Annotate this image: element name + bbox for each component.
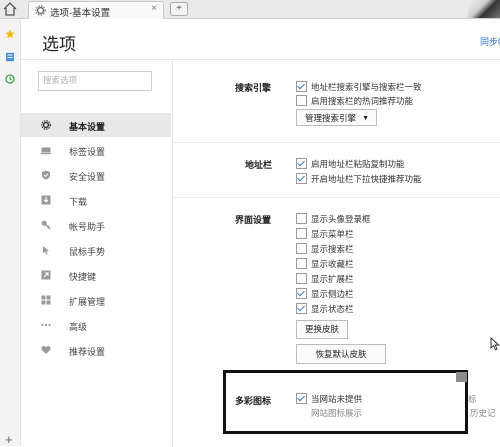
sidebar-item-label: 基本设置 [69, 122, 106, 132]
checkbox-paste-copy[interactable] [296, 158, 307, 169]
tab-options[interactable]: 选项-基本设置 × [28, 1, 164, 19]
gear-icon [35, 5, 46, 16]
section-divider [173, 197, 500, 198]
checkbox-label: 启用搜索栏的热词推荐功能 [311, 96, 414, 106]
sidebar-item-label: 高级 [69, 322, 88, 332]
new-tab-button[interactable]: + [170, 2, 188, 16]
checkbox-search-engine-sync[interactable] [296, 81, 307, 92]
sidebar-item-label: 下载 [69, 197, 88, 207]
checkbox-show-avatar[interactable] [296, 213, 307, 224]
clock-icon[interactable] [5, 74, 15, 84]
gear-icon [41, 120, 51, 130]
sidebar-item-account-helper[interactable]: 帐号助手 [21, 213, 171, 237]
heart-icon [41, 345, 51, 354]
sidebar-divider [172, 60, 173, 446]
checkbox-hot-words[interactable] [296, 95, 307, 106]
sidebar-item-label: 标签设置 [69, 147, 106, 157]
sidebar-item-security[interactable]: 安全设置 [21, 163, 171, 187]
sidebar-item-mouse-gesture[interactable]: 鼠标手势 [21, 238, 171, 262]
download-icon [41, 195, 51, 205]
checkbox-show-favorites[interactable] [296, 258, 307, 269]
sidebar-item-recommended[interactable]: 推荐设置 [21, 338, 171, 362]
overflow-text: 标 [468, 394, 477, 404]
change-skin-button[interactable]: 更换皮肤 [296, 320, 348, 339]
search-box[interactable] [38, 71, 152, 91]
checkbox-show-sidebar[interactable] [296, 288, 307, 299]
sidebar-item-basic-settings[interactable]: 基本设置 [21, 113, 171, 137]
checkbox-colorful-icons[interactable] [296, 393, 307, 404]
checkbox-show-statusbar[interactable] [296, 303, 307, 314]
sidebar-item-label: 扩展管理 [69, 297, 106, 307]
add-icon[interactable]: + [5, 432, 13, 447]
mouse-cursor-icon [490, 337, 500, 351]
checkbox-label: 显示搜索栏 [311, 244, 354, 254]
restore-default-skin-button[interactable]: 恢复默认皮肤 [296, 344, 386, 364]
shield-icon [42, 170, 50, 180]
sidebar-item-label: 快捷键 [69, 272, 97, 282]
key-icon [41, 220, 51, 230]
checkbox-show-searchbar[interactable] [296, 243, 307, 254]
dropdown-label: 管理搜索引擎 [305, 113, 357, 123]
checkbox-dropdown-recommend[interactable] [296, 173, 307, 184]
checkbox-show-extensions[interactable] [296, 273, 307, 284]
tab-close-icon[interactable]: × [151, 3, 157, 14]
overflow-text: 历史记 [470, 408, 496, 418]
section-title-address-bar: 地址栏 [245, 160, 273, 170]
sidebar-item-extensions[interactable]: 扩展管理 [21, 288, 171, 312]
extensions-icon [41, 295, 51, 305]
checkbox-label: 当网站未提供 [311, 394, 363, 404]
note-icon[interactable] [5, 52, 15, 62]
header-divider [21, 59, 500, 60]
more-icon [41, 323, 51, 327]
sidebar-item-advanced[interactable]: 高级 [21, 313, 171, 337]
star-icon[interactable] [5, 29, 15, 39]
sidebar-item-label: 鼠标手势 [69, 247, 106, 257]
search-input[interactable] [39, 72, 151, 88]
checkbox-label: 显示状态栏 [311, 304, 354, 314]
section-title-ui-settings: 界面设置 [235, 215, 272, 225]
sidebar-item-tab-settings[interactable]: 标签设置 [21, 138, 171, 162]
checkbox-label: 显示侧边栏 [311, 289, 354, 299]
checkbox-label: 显示头像登录框 [311, 214, 371, 224]
checkbox-label: 启用地址栏粘贴复制功能 [311, 159, 405, 169]
checkbox-label: 显示扩展栏 [311, 274, 354, 284]
page-title: 选项 [42, 35, 76, 54]
section-title-search-engine: 搜索引擎 [235, 83, 272, 93]
chevron-down-icon: ▼ [362, 115, 369, 122]
sidebar-item-download[interactable]: 下载 [21, 188, 171, 212]
tab-bar: 选项-基本设置 × + [0, 0, 500, 19]
left-toolbar: + [0, 19, 21, 447]
skin-thumbnail [468, 0, 500, 18]
sidebar-item-label: 帐号助手 [69, 222, 106, 232]
checkbox-label: 显示收藏栏 [311, 259, 354, 269]
checkbox-description: 网站图标展示 [311, 408, 363, 418]
section-title-colorful-icons: 多彩图标 [235, 396, 272, 406]
tab-icon [41, 147, 51, 155]
shortcut-icon [41, 270, 51, 280]
section-divider [173, 142, 500, 143]
sidebar-item-label: 推荐设置 [69, 347, 106, 357]
manage-search-engine-dropdown[interactable]: 管理搜索引擎 ▼ [296, 109, 377, 126]
sidebar-item-shortcuts[interactable]: 快捷键 [21, 263, 171, 287]
sidebar-item-label: 安全设置 [69, 172, 106, 182]
checkbox-show-menubar[interactable] [296, 228, 307, 239]
mouse-icon [43, 246, 49, 255]
tab-label: 选项-基本设置 [50, 8, 111, 19]
sync-account-link[interactable]: 同步帐 [480, 35, 500, 48]
checkbox-label: 地址栏搜索引擎与搜索栏一致 [311, 82, 422, 92]
home-icon[interactable] [2, 1, 18, 17]
checkbox-label: 开启地址栏下拉快捷推荐功能 [311, 174, 422, 184]
checkbox-label: 显示菜单栏 [311, 229, 354, 239]
close-square-icon[interactable] [456, 372, 467, 382]
